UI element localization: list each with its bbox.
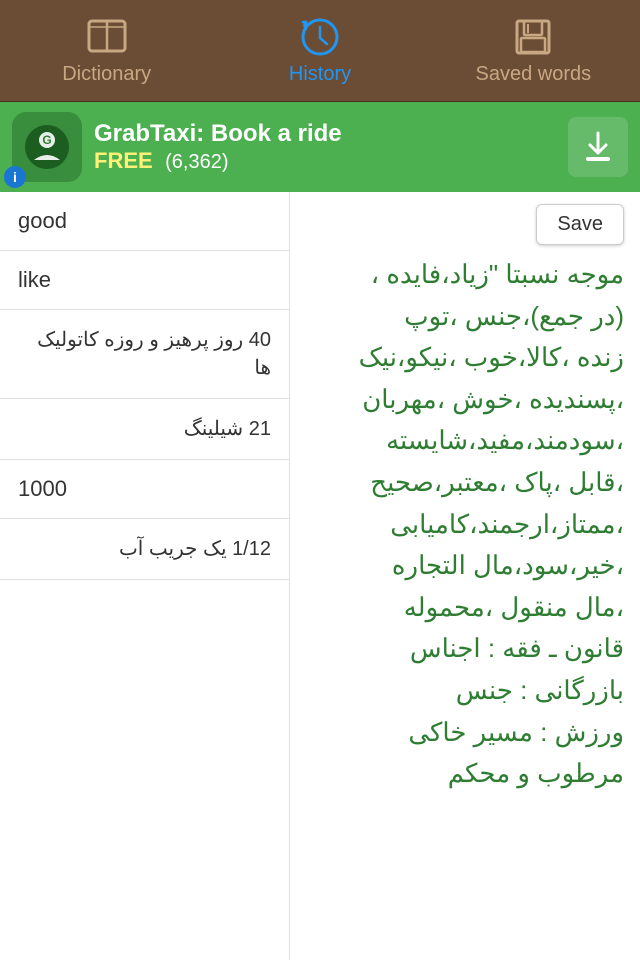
- save-icon: [511, 15, 555, 59]
- book-icon: [85, 15, 129, 59]
- svg-text:G: G: [42, 133, 51, 147]
- tab-history[interactable]: History: [213, 0, 426, 101]
- list-item[interactable]: 1/12 یک جریب آب: [0, 519, 289, 580]
- list-item[interactable]: 40 روز پرهیز و روزه کاتولیک ها: [0, 310, 289, 399]
- info-badge[interactable]: i: [4, 166, 26, 188]
- main-content: good like 40 روز پرهیز و روزه کاتولیک ها…: [0, 192, 640, 960]
- ad-title: GrabTaxi: Book a ride: [94, 120, 568, 148]
- history-item-text: 40 روز پرهیز و روزه کاتولیک ها: [37, 329, 271, 379]
- tab-dictionary-label: Dictionary: [62, 63, 151, 86]
- definition-text: موجه نسبتا "زیاد،فایده ، (در جمع)،جنس ،ت…: [306, 254, 624, 795]
- tab-history-label: History: [289, 63, 351, 86]
- history-item-text: 1/12 یک جریب آب: [119, 538, 271, 560]
- tab-bar: Dictionary History Saved words: [0, 0, 640, 102]
- history-item-text: like: [18, 267, 51, 292]
- list-item[interactable]: like: [0, 251, 289, 310]
- history-item-text: 1000: [18, 476, 67, 501]
- ad-info: GrabTaxi: Book a ride FREE (6,362): [94, 120, 568, 174]
- list-item[interactable]: good: [0, 192, 289, 251]
- list-item[interactable]: 21 شیلینگ: [0, 399, 289, 460]
- tab-saved-label: Saved words: [476, 63, 592, 86]
- ad-count: (6,362): [165, 151, 228, 173]
- history-list: good like 40 روز پرهیز و روزه کاتولیک ها…: [0, 192, 290, 960]
- ad-banner[interactable]: G GrabTaxi: Book a ride FREE (6,362) i: [0, 102, 640, 192]
- tab-dictionary[interactable]: Dictionary: [0, 0, 213, 101]
- clock-icon: [298, 15, 342, 59]
- history-item-text: good: [18, 208, 67, 233]
- history-item-text: 21 شیلینگ: [184, 418, 271, 440]
- definition-panel: Save موجه نسبتا "زیاد،فایده ، (در جمع)،ج…: [290, 192, 640, 960]
- list-item[interactable]: 1000: [0, 460, 289, 519]
- ad-free-label: FREE: [94, 148, 153, 173]
- tab-saved[interactable]: Saved words: [427, 0, 640, 101]
- save-button[interactable]: Save: [536, 204, 624, 245]
- ad-download-button[interactable]: [568, 117, 628, 177]
